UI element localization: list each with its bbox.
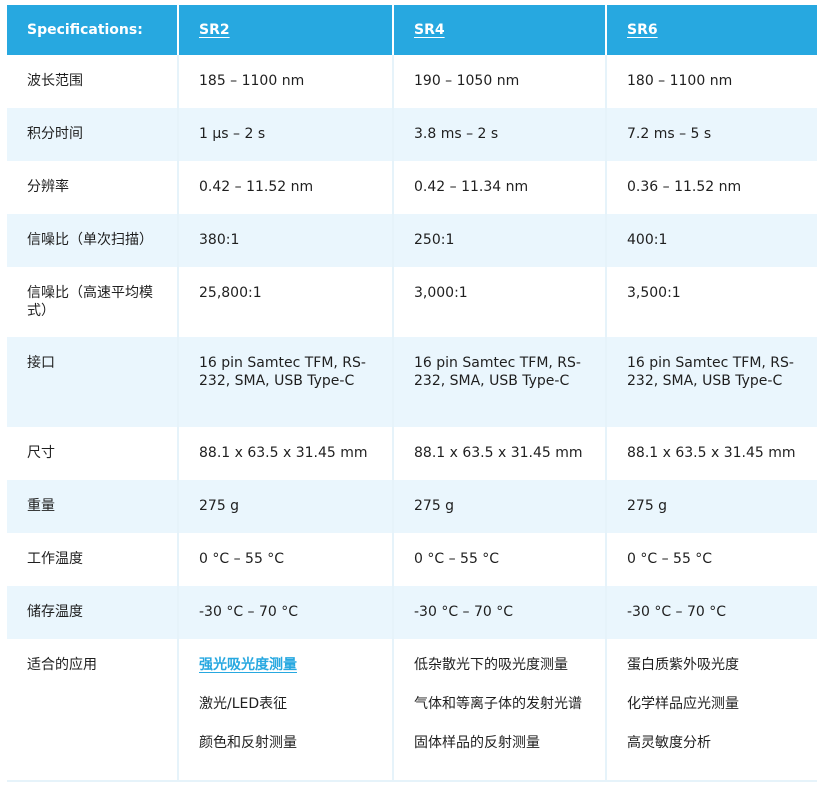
cell-sr2: 16 pin Samtec TFM, RS-232, SMA, USB Type… — [177, 337, 392, 427]
row-label: 信噪比（高速平均模式） — [7, 267, 177, 337]
row-label: 接口 — [7, 337, 177, 427]
table-row: 储存温度 -30 °C – 70 °C -30 °C – 70 °C -30 °… — [7, 586, 817, 639]
cell-sr2: 0.42 – 11.52 nm — [177, 161, 392, 214]
row-label: 波长范围 — [7, 55, 177, 108]
cell-sr4: 3.8 ms – 2 s — [392, 108, 605, 161]
row-label: 储存温度 — [7, 586, 177, 639]
sr6-link[interactable]: SR6 — [627, 22, 658, 38]
applications-sr2: 强光吸光度测量 激光/LED表征 颜色和反射测量 — [177, 639, 392, 782]
cell-sr2: 185 – 1100 nm — [177, 55, 392, 108]
cell-sr4: 190 – 1050 nm — [392, 55, 605, 108]
table-row: 分辨率 0.42 – 11.52 nm 0.42 – 11.34 nm 0.36… — [7, 161, 817, 214]
cell-sr4: 0.42 – 11.34 nm — [392, 161, 605, 214]
row-label: 积分时间 — [7, 108, 177, 161]
table-row: 信噪比（单次扫描） 380:1 250:1 400:1 — [7, 214, 817, 267]
table-row: 接口 16 pin Samtec TFM, RS-232, SMA, USB T… — [7, 337, 817, 427]
header-specifications: Specifications: — [7, 5, 177, 55]
cell-sr6: 88.1 x 63.5 x 31.45 mm — [605, 427, 817, 480]
table-row: 工作温度 0 °C – 55 °C 0 °C – 55 °C 0 °C – 55… — [7, 533, 817, 586]
header-model-sr2: SR2 — [177, 5, 392, 55]
cell-sr2: 0 °C – 55 °C — [177, 533, 392, 586]
applications-sr6: 蛋白质紫外吸光度 化学样品应光测量 高灵敏度分析 — [605, 639, 817, 782]
specifications-table: Specifications: SR2 SR4 SR6 波长范围 185 – 1… — [7, 5, 817, 782]
row-label: 重量 — [7, 480, 177, 533]
sr2-link[interactable]: SR2 — [199, 22, 230, 38]
application-item: 颜色和反射测量 — [199, 735, 297, 751]
cell-sr4: 3,000:1 — [392, 267, 605, 337]
cell-sr4: 250:1 — [392, 214, 605, 267]
cell-sr2: 380:1 — [177, 214, 392, 267]
applications-row: 适合的应用 强光吸光度测量 激光/LED表征 颜色和反射测量 低杂散光下的吸光度… — [7, 639, 817, 782]
spec-table-container: Specifications: SR2 SR4 SR6 波长范围 185 – 1… — [7, 5, 817, 782]
application-link[interactable]: 强光吸光度测量 — [199, 656, 380, 674]
application-item: 气体和等离子体的发射光谱 — [414, 696, 582, 712]
table-row: 波长范围 185 – 1100 nm 190 – 1050 nm 180 – 1… — [7, 55, 817, 108]
cell-sr2: 275 g — [177, 480, 392, 533]
cell-sr4: 0 °C – 55 °C — [392, 533, 605, 586]
cell-sr2: 1 µs – 2 s — [177, 108, 392, 161]
application-item: 低杂散光下的吸光度测量 — [414, 657, 568, 673]
cell-sr2: -30 °C – 70 °C — [177, 586, 392, 639]
table-row: 重量 275 g 275 g 275 g — [7, 480, 817, 533]
table-header-row: Specifications: SR2 SR4 SR6 — [7, 5, 817, 55]
cell-sr6: 400:1 — [605, 214, 817, 267]
cell-sr6: 16 pin Samtec TFM, RS-232, SMA, USB Type… — [605, 337, 817, 427]
application-item: 激光/LED表征 — [199, 696, 288, 712]
cell-sr6: 0 °C – 55 °C — [605, 533, 817, 586]
application-item: 高灵敏度分析 — [627, 735, 711, 751]
cell-sr4: 88.1 x 63.5 x 31.45 mm — [392, 427, 605, 480]
cell-sr6: 275 g — [605, 480, 817, 533]
cell-sr6: -30 °C – 70 °C — [605, 586, 817, 639]
table-row: 积分时间 1 µs – 2 s 3.8 ms – 2 s 7.2 ms – 5 … — [7, 108, 817, 161]
header-model-sr4: SR4 — [392, 5, 605, 55]
row-label: 尺寸 — [7, 427, 177, 480]
header-model-sr6: SR6 — [605, 5, 817, 55]
cell-sr6: 3,500:1 — [605, 267, 817, 337]
application-item: 化学样品应光测量 — [627, 696, 739, 712]
row-label: 适合的应用 — [7, 639, 177, 782]
table-row: 信噪比（高速平均模式） 25,800:1 3,000:1 3,500:1 — [7, 267, 817, 337]
cell-sr4: 16 pin Samtec TFM, RS-232, SMA, USB Type… — [392, 337, 605, 427]
sr4-link[interactable]: SR4 — [414, 22, 445, 38]
application-item: 固体样品的反射测量 — [414, 735, 540, 751]
applications-sr4: 低杂散光下的吸光度测量 气体和等离子体的发射光谱 固体样品的反射测量 — [392, 639, 605, 782]
cell-sr2: 88.1 x 63.5 x 31.45 mm — [177, 427, 392, 480]
cell-sr2: 25,800:1 — [177, 267, 392, 337]
cell-sr6: 180 – 1100 nm — [605, 55, 817, 108]
table-row: 尺寸 88.1 x 63.5 x 31.45 mm 88.1 x 63.5 x … — [7, 427, 817, 480]
application-item: 蛋白质紫外吸光度 — [627, 657, 739, 673]
cell-sr4: -30 °C – 70 °C — [392, 586, 605, 639]
cell-sr6: 7.2 ms – 5 s — [605, 108, 817, 161]
row-label: 信噪比（单次扫描） — [7, 214, 177, 267]
cell-sr6: 0.36 – 11.52 nm — [605, 161, 817, 214]
row-label: 分辨率 — [7, 161, 177, 214]
cell-sr4: 275 g — [392, 480, 605, 533]
row-label: 工作温度 — [7, 533, 177, 586]
